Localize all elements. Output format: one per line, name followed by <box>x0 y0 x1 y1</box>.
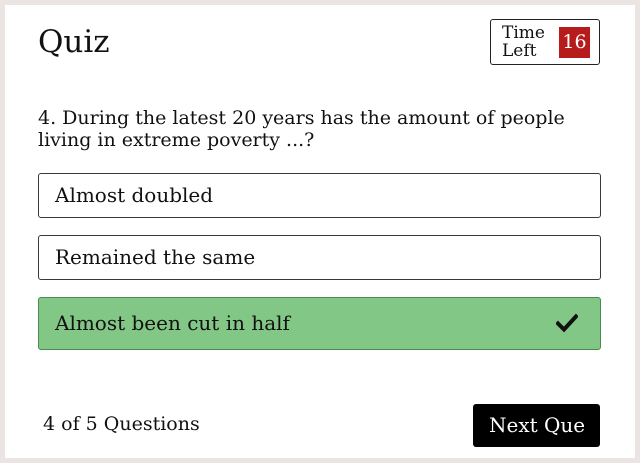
timer-value: 16 <box>559 27 590 58</box>
quiz-card: Quiz Time Left 16 4. During the latest 2… <box>5 5 635 458</box>
timer-label: Time Left <box>502 24 552 60</box>
check-icon <box>556 313 578 333</box>
timer-box: Time Left 16 <box>490 19 600 65</box>
answer-option-2[interactable]: Remained the same <box>38 235 601 280</box>
answer-option-3-correct[interactable]: Almost been cut in half <box>38 297 601 350</box>
timer-label-line2: Left <box>502 41 537 61</box>
question-progress: 4 of 5 Questions <box>43 413 200 435</box>
answer-option-1[interactable]: Almost doubled <box>38 173 601 218</box>
page-title: Quiz <box>38 24 110 60</box>
answer-options: Almost doubled Remained the same Almost … <box>38 173 601 367</box>
timer-label-line1: Time <box>502 23 545 43</box>
next-question-button[interactable]: Next Que <box>473 404 600 447</box>
question-text: 4. During the latest 20 years has the am… <box>38 107 565 151</box>
answer-option-label: Almost doubled <box>55 183 214 207</box>
answer-option-label: Remained the same <box>55 245 256 269</box>
answer-option-label: Almost been cut in half <box>55 311 290 335</box>
